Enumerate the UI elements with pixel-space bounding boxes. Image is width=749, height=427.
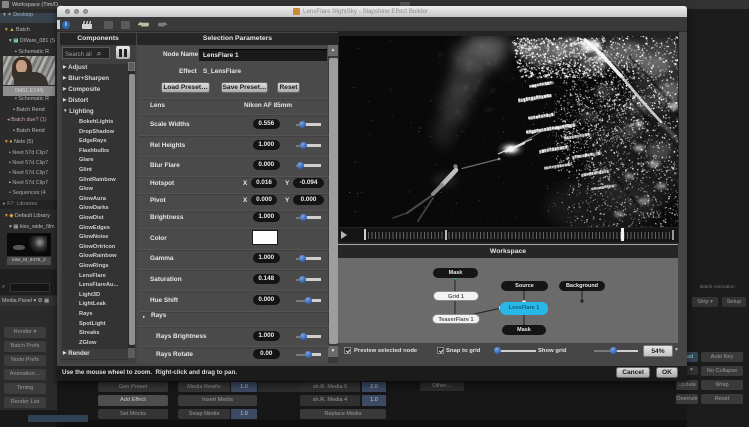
svg-text:LVLY: LVLY [642, 211, 662, 220]
